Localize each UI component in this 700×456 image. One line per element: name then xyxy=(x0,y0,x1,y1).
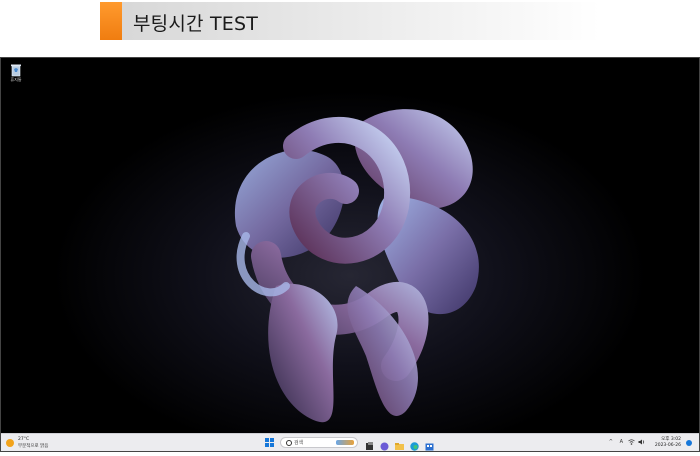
search-box[interactable]: 검색 xyxy=(280,437,358,448)
taskbar: 27°C 부분적으로 맑음 검색 ^ A 오후 3:02 2023-06-26 xyxy=(1,433,699,451)
start-button[interactable] xyxy=(264,437,275,448)
edge-icon[interactable] xyxy=(409,437,420,451)
sun-icon xyxy=(6,439,14,447)
search-icon xyxy=(286,440,292,446)
recycle-bin-icon xyxy=(10,62,22,77)
tray-overflow-chevron[interactable]: ^ xyxy=(609,439,613,445)
header-accent-bar xyxy=(100,2,122,40)
desktop-icon-label: 휴지통 xyxy=(10,77,22,82)
page-title: 부팅시간 TEST xyxy=(133,13,259,35)
clock-date: 2023-06-26 xyxy=(654,443,681,448)
input-language-indicator[interactable]: A xyxy=(620,439,623,445)
store-icon[interactable] xyxy=(424,437,435,451)
wifi-icon[interactable] xyxy=(628,439,635,447)
speaker-icon[interactable] xyxy=(638,439,645,447)
notification-icon[interactable] xyxy=(686,440,692,446)
search-placeholder: 검색 xyxy=(294,440,304,446)
weather-condition: 부분적으로 맑음 xyxy=(18,444,49,449)
folder-icon[interactable] xyxy=(394,437,405,450)
weather-temp: 27°C xyxy=(18,437,30,442)
desktop-wallpaper xyxy=(1,58,699,433)
bloom-wallpaper-image xyxy=(234,109,479,423)
chat-icon[interactable] xyxy=(379,437,390,451)
search-highlight-icon xyxy=(336,440,354,445)
desktop-screenshot: 휴지통 27°C 부분적으로 맑음 검색 ^ A 오후 3:02 2023-06… xyxy=(0,57,700,452)
file-explorer-icon[interactable] xyxy=(364,437,375,450)
desktop-icon-recycle-bin[interactable]: 휴지통 xyxy=(7,62,25,83)
header-banner: 부팅시간 TEST xyxy=(100,2,600,40)
system-clock[interactable]: 오후 3:02 2023-06-26 xyxy=(655,437,681,449)
